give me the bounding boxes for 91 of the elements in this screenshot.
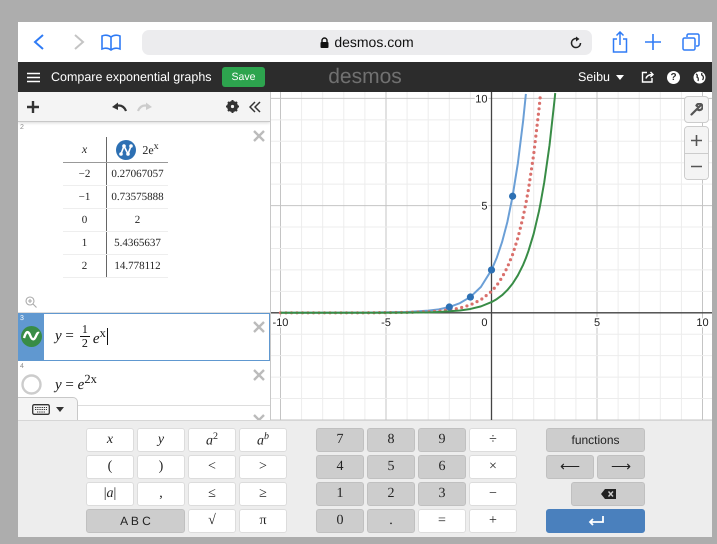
keypad-key[interactable]: √: [188, 509, 236, 533]
axis-label: 5: [481, 200, 488, 213]
keypad-key[interactable]: +: [469, 509, 517, 533]
keypad-key[interactable]: |a|: [86, 482, 134, 506]
axis-label: 0: [481, 316, 488, 329]
reload-icon[interactable]: [569, 36, 583, 50]
graph-settings-button[interactable]: [684, 96, 709, 123]
column-header: x: [82, 142, 88, 157]
keypad-key[interactable]: ≤: [188, 482, 236, 506]
add-icon[interactable]: [27, 100, 39, 112]
table-cell: 2: [82, 260, 88, 272]
keypad-key[interactable]: a$^{b}$: [239, 428, 287, 452]
text-cursor: [106, 328, 108, 345]
keypad-key[interactable]: 4: [316, 455, 364, 479]
keypad-key[interactable]: 2: [367, 482, 415, 506]
keypad-key[interactable]: 5: [367, 455, 415, 479]
table-cell: 0: [82, 214, 88, 226]
keypad-key[interactable]: 0: [316, 509, 364, 533]
keypad-key[interactable]: 6: [418, 455, 466, 479]
keypad-key[interactable]: ⟶: [597, 455, 645, 479]
keypad-key[interactable]: 9: [418, 428, 466, 452]
axis-label: 10: [475, 93, 488, 106]
keypad-key[interactable]: ≥: [239, 482, 287, 506]
caret-icon: [616, 74, 624, 80]
axis-label: -5: [381, 316, 391, 329]
hidden-toggle-icon[interactable]: [20, 374, 42, 395]
lock-icon: [320, 36, 330, 48]
column-header: 2e$^{x}$: [142, 141, 159, 158]
caret-icon: [56, 406, 64, 412]
keypad-key[interactable]: ,: [137, 482, 185, 506]
collapse-icon[interactable]: [249, 100, 261, 112]
keypad-key[interactable]: −: [469, 482, 517, 506]
keyboard-icon: [32, 404, 50, 414]
math-expression[interactable]: y = e$^{2x}$: [44, 361, 270, 405]
settings-icon[interactable]: [226, 100, 239, 113]
keypad-key[interactable]: functions: [546, 428, 645, 452]
help-button[interactable]: ?: [667, 70, 680, 84]
undo-icon[interactable]: [112, 102, 127, 112]
user-menu[interactable]: Seibu: [578, 70, 624, 84]
enter-icon: [586, 516, 604, 526]
keypad-key[interactable]: ÷: [469, 428, 517, 452]
bookmarks-icon[interactable]: [100, 32, 122, 52]
axis-label: -10: [272, 316, 288, 329]
keypad-key[interactable]: =: [418, 509, 466, 533]
keypad-key[interactable]: (: [86, 455, 134, 479]
data-point: [466, 293, 474, 301]
table-cell: 1: [82, 237, 88, 249]
tabs-icon[interactable]: [682, 33, 700, 51]
keypad-key[interactable]: 1: [316, 482, 364, 506]
axis-label: 10: [696, 316, 709, 329]
zoom-icon[interactable]: [25, 296, 37, 308]
keypad-key[interactable]: x: [86, 428, 134, 452]
globe-icon[interactable]: [693, 70, 706, 84]
table-cell: 5.4365637: [114, 237, 161, 249]
graph-plot[interactable]: -10 -5 0 5 10 5 10: [271, 92, 712, 420]
plus-icon[interactable]: [644, 33, 662, 51]
keypad-key[interactable]: A B C: [86, 509, 185, 533]
graph-style-icon[interactable]: [20, 326, 42, 347]
keypad-key[interactable]: 8: [367, 428, 415, 452]
wrench-icon: [690, 103, 703, 116]
keyboard-toggle-button[interactable]: [18, 397, 78, 420]
data-point: [509, 192, 516, 200]
keypad-key[interactable]: .: [367, 509, 415, 533]
data-point: [446, 303, 453, 311]
desmos-logo: desmos: [328, 65, 402, 89]
graph-title: Compare exponential graphs: [51, 70, 212, 84]
url-text: desmos.com: [334, 34, 414, 50]
keypad-key[interactable]: 7: [316, 428, 364, 452]
data-point: [488, 266, 496, 274]
keypad-key[interactable]: <: [188, 455, 236, 479]
keypad-key[interactable]: π: [239, 509, 287, 533]
keypad-key[interactable]: >: [239, 455, 287, 479]
keypad-key[interactable]: 3: [418, 482, 466, 506]
table-cell: 14.778112: [114, 260, 161, 272]
table-cell: −2: [78, 168, 90, 180]
keypad-key[interactable]: ): [137, 455, 185, 479]
backspace-key[interactable]: [571, 482, 645, 506]
backspace-icon: [600, 489, 616, 499]
address-bar[interactable]: desmos.com: [142, 30, 592, 54]
plus-icon: [691, 134, 702, 146]
table-cell: 2: [134, 214, 140, 226]
menu-icon[interactable]: [27, 72, 40, 82]
points-icon[interactable]: [116, 140, 136, 160]
table-cell: 0.27067057: [111, 168, 164, 180]
keypad-key[interactable]: ⟵: [546, 455, 594, 479]
keypad-key[interactable]: y: [137, 428, 185, 452]
axis-label: 5: [594, 316, 600, 329]
table-cell: 0.73575888: [111, 191, 164, 203]
table-cell: −1: [78, 191, 90, 203]
keypad-key[interactable]: ×: [469, 455, 517, 479]
keypad-key[interactable]: a$^{2}$: [188, 428, 236, 452]
